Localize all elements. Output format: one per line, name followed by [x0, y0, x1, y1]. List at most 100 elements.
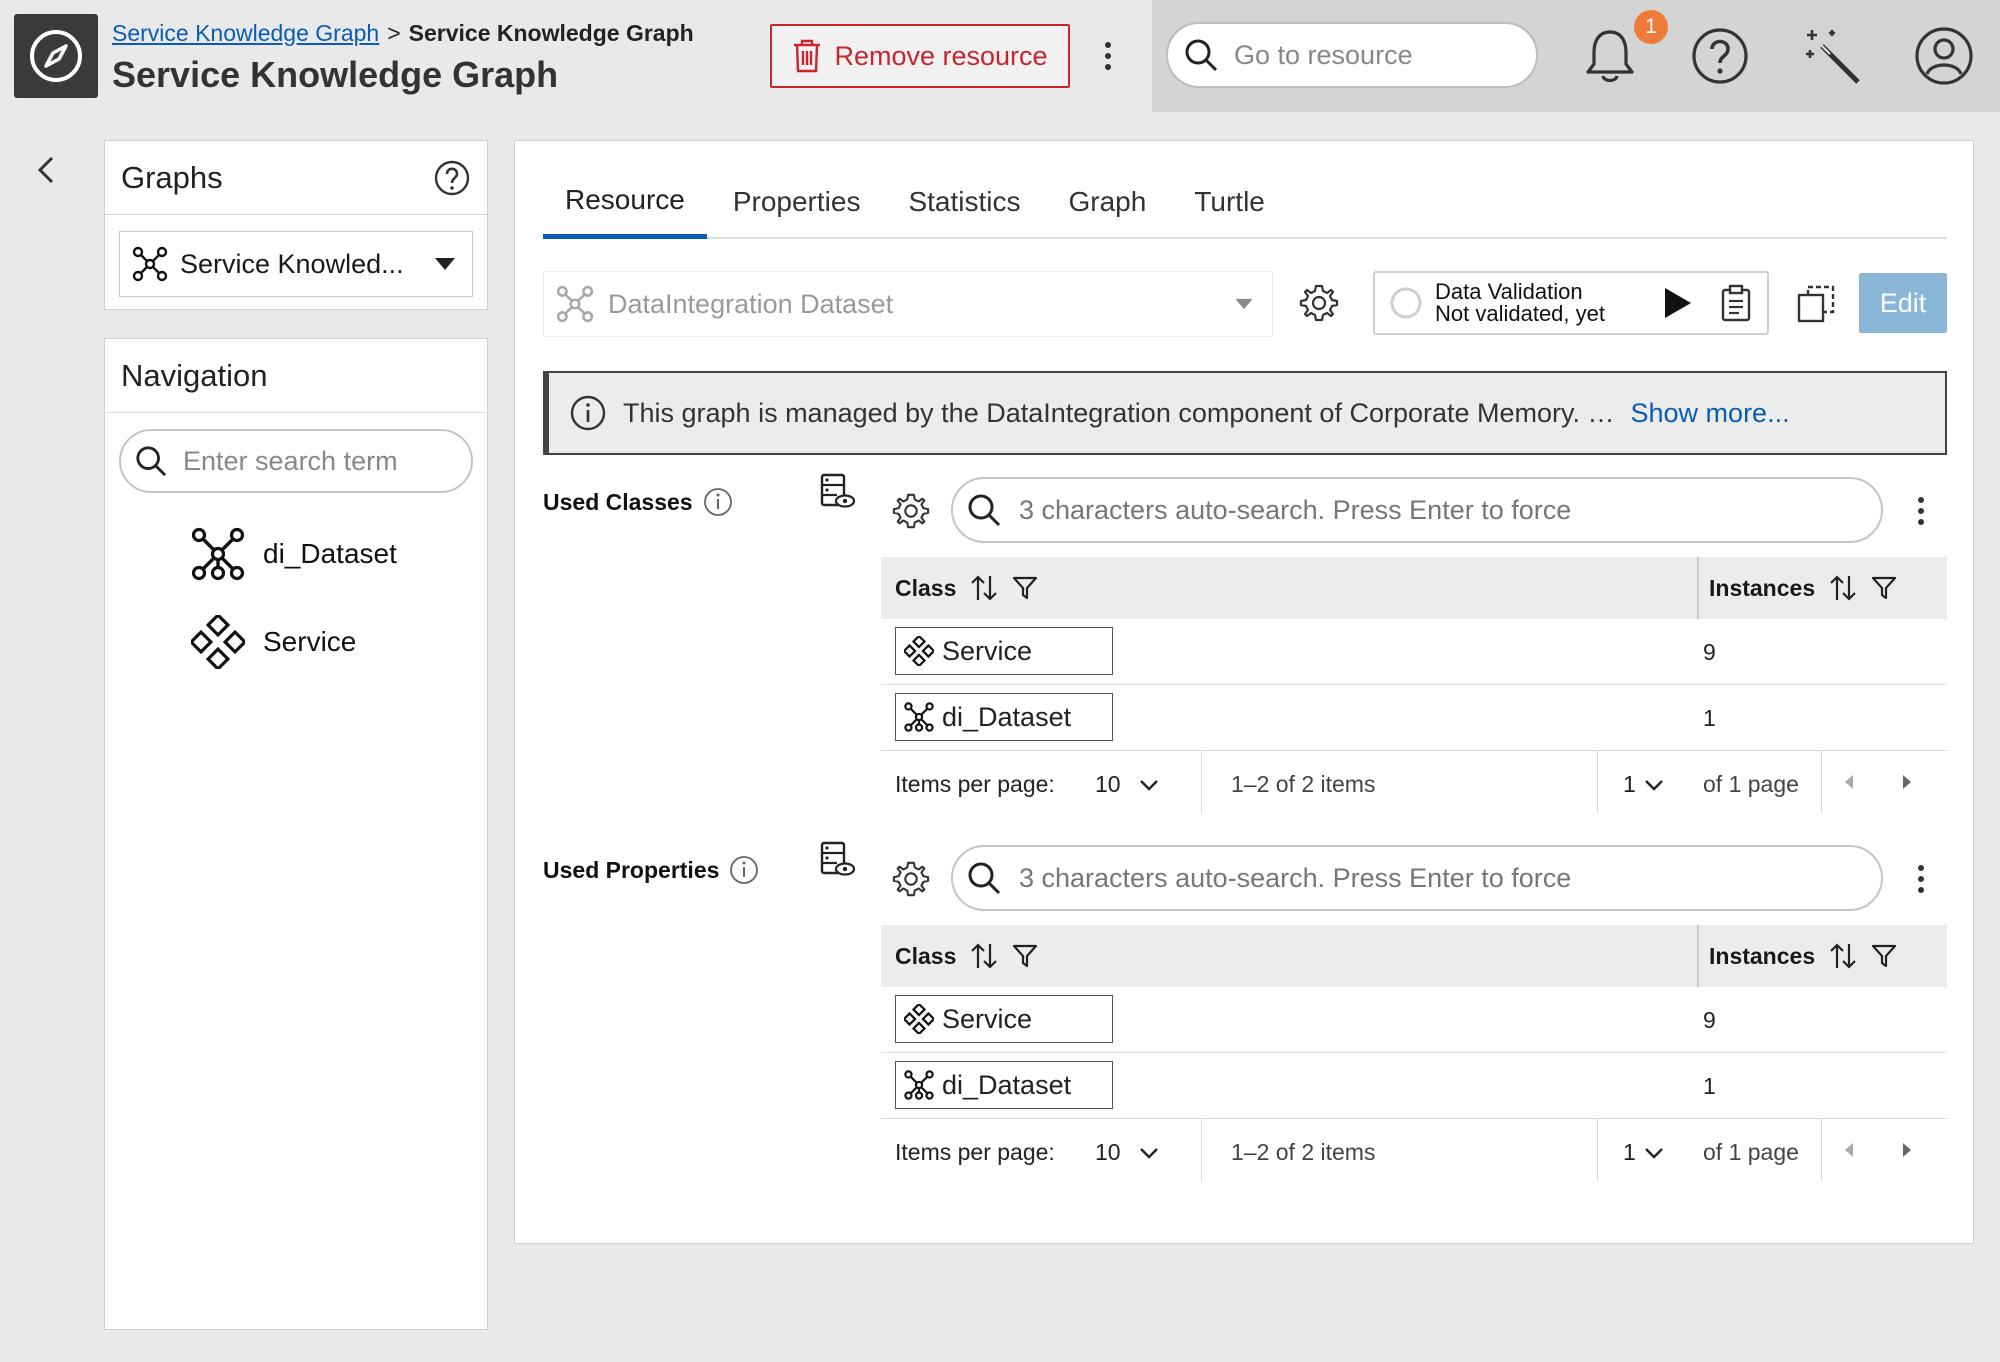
- page-value: 1: [1623, 1139, 1636, 1165]
- more-options-icon[interactable]: [1909, 857, 1933, 901]
- used-classes-search-input[interactable]: [1017, 493, 1857, 527]
- tab-graph[interactable]: Graph: [1047, 165, 1169, 239]
- go-to-resource-input[interactable]: [1232, 38, 1492, 72]
- used-classes-label: Used Classes: [543, 487, 733, 517]
- class-chip-service[interactable]: Service: [895, 995, 1113, 1043]
- help-icon[interactable]: [433, 159, 471, 197]
- search-icon: [968, 494, 1001, 527]
- go-to-resource-search[interactable]: [1166, 22, 1538, 88]
- info-icon[interactable]: [729, 855, 759, 885]
- page-count: of 1 page: [1703, 771, 1799, 797]
- column-instances: Instances: [1697, 925, 1897, 987]
- resource-class-select[interactable]: DataIntegration Dataset: [543, 271, 1273, 337]
- query-preview-button[interactable]: [817, 471, 857, 511]
- tab-statistics[interactable]: Statistics: [886, 165, 1042, 239]
- sort-icon[interactable]: [1829, 574, 1857, 602]
- items-per-page-label: Items per page:: [895, 1139, 1055, 1165]
- pagination: Items per page: 10 1–2 of 2 items 1 of 1…: [881, 1119, 1947, 1183]
- class-chip-di-dataset[interactable]: di_Dataset: [895, 693, 1113, 741]
- sort-icon[interactable]: [1829, 942, 1857, 970]
- dataset-icon: [191, 527, 245, 581]
- previous-page-icon[interactable]: [1843, 1141, 1855, 1159]
- compass-icon: [30, 30, 82, 82]
- more-options-icon[interactable]: [1909, 489, 1933, 533]
- validation-text: Data Validation Not validated, yet: [1435, 281, 1651, 325]
- user-account-button[interactable]: [1910, 22, 1978, 90]
- database-view-icon: [820, 473, 855, 508]
- used-properties-label: Used Properties: [543, 855, 759, 885]
- play-icon[interactable]: [1663, 286, 1693, 320]
- clipboard-icon[interactable]: [1719, 284, 1753, 322]
- used-properties-settings-button[interactable]: [891, 859, 931, 899]
- graphs-title: Graphs: [121, 159, 223, 195]
- filter-icon[interactable]: [1012, 943, 1038, 969]
- help-button[interactable]: [1686, 22, 1754, 90]
- resource-settings-button[interactable]: [1297, 281, 1341, 325]
- chip-label: di_Dataset: [942, 701, 1072, 732]
- notifications-button[interactable]: [1576, 22, 1644, 90]
- class-chip-di-dataset[interactable]: di_Dataset: [895, 1061, 1113, 1109]
- chevron-down-icon: [1644, 1147, 1663, 1159]
- used-properties-search[interactable]: [951, 845, 1883, 911]
- tab-turtle[interactable]: Turtle: [1172, 165, 1287, 239]
- page-value: 1: [1623, 771, 1636, 797]
- items-per-page-select[interactable]: 10: [1095, 1139, 1159, 1166]
- used-classes-settings-button[interactable]: [891, 491, 931, 531]
- graphs-panel-header: Graphs: [105, 141, 487, 215]
- tab-properties[interactable]: Properties: [711, 165, 883, 239]
- chevron-left-icon: [37, 156, 54, 184]
- page-count: of 1 page: [1703, 1139, 1799, 1165]
- info-text: This graph is managed by the DataIntegra…: [623, 397, 1615, 428]
- previous-page-icon[interactable]: [1843, 773, 1855, 791]
- table-row: Service 9: [881, 619, 1947, 685]
- query-preview-button[interactable]: [817, 839, 857, 879]
- tab-resource[interactable]: Resource: [543, 165, 707, 239]
- app-logo[interactable]: [14, 14, 98, 98]
- graph-icon: [556, 285, 594, 323]
- table-header: Class Instances: [881, 925, 1947, 987]
- used-classes-search[interactable]: [951, 477, 1883, 543]
- filter-icon[interactable]: [1871, 943, 1897, 969]
- resource-tabs: Resource Properties Statistics Graph Tur…: [543, 165, 1947, 239]
- graph-select[interactable]: Service Knowled...: [119, 231, 473, 297]
- items-per-page-select[interactable]: 10: [1095, 771, 1159, 798]
- sort-icon[interactable]: [970, 574, 998, 602]
- breadcrumb-link[interactable]: Service Knowledge Graph: [112, 20, 379, 46]
- show-more-link[interactable]: Show more...: [1631, 398, 1790, 429]
- navigation-search-input[interactable]: [181, 444, 451, 478]
- copy-button[interactable]: [1791, 279, 1841, 329]
- dataset-icon: [904, 702, 934, 732]
- info-icon[interactable]: [703, 487, 733, 517]
- more-options-icon[interactable]: [1096, 34, 1120, 78]
- items-per-page-value: 10: [1095, 1139, 1121, 1165]
- next-page-icon[interactable]: [1901, 1141, 1913, 1159]
- nav-item-service[interactable]: Service: [191, 615, 356, 669]
- navigation-search[interactable]: [119, 429, 473, 493]
- navigation-panel-header: Navigation: [105, 339, 487, 413]
- used-properties-table: Class Instances Service 9 di_Dataset 1 I…: [881, 925, 1947, 1183]
- sort-icon[interactable]: [970, 942, 998, 970]
- next-page-icon[interactable]: [1901, 773, 1913, 791]
- page-select[interactable]: 1: [1623, 1139, 1664, 1166]
- edit-button[interactable]: Edit: [1859, 273, 1947, 333]
- filter-icon[interactable]: [1871, 575, 1897, 601]
- column-instances-label: Instances: [1709, 574, 1816, 601]
- column-class: Class: [895, 574, 1038, 602]
- breadcrumb-current: Service Knowledge Graph: [408, 20, 694, 46]
- nav-item-label: Service: [263, 626, 357, 657]
- filter-icon[interactable]: [1012, 575, 1038, 601]
- remove-resource-button[interactable]: Remove resource: [770, 24, 1070, 88]
- graph-icon: [132, 246, 168, 282]
- nav-item-label: di_Dataset: [263, 538, 397, 569]
- class-chip-service[interactable]: Service: [895, 627, 1113, 675]
- instance-count: 9: [1703, 639, 1716, 665]
- breadcrumb: Service Knowledge Graph > Service Knowledg…: [112, 20, 694, 47]
- chevron-down-icon: [1139, 779, 1158, 791]
- used-properties-search-input[interactable]: [1017, 861, 1857, 895]
- magic-wand-button[interactable]: [1798, 22, 1866, 90]
- nav-item-di-dataset[interactable]: di_Dataset: [191, 527, 397, 581]
- page-select[interactable]: 1: [1623, 771, 1664, 798]
- notification-badge: 1: [1634, 10, 1668, 44]
- resource-panel: Resource Properties Statistics Graph Tur…: [514, 140, 1974, 1244]
- collapse-sidebar-button[interactable]: [26, 150, 66, 190]
